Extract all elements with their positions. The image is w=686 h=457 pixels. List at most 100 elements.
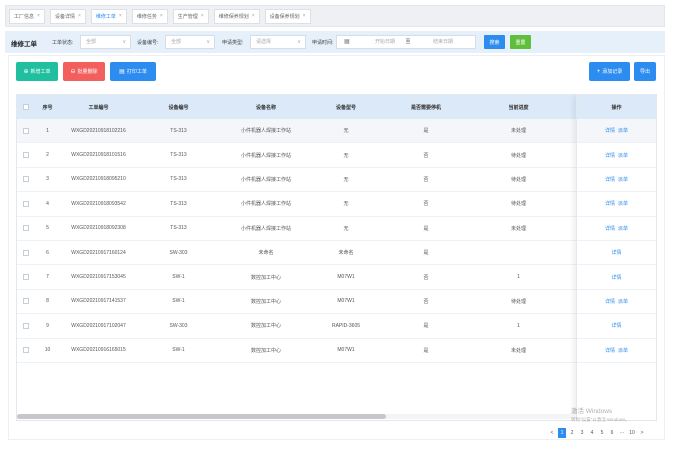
tab-device-maintenance-plan[interactable]: 设备保养规划 [264,8,311,24]
header-index: 序号 [42,104,53,111]
cell-device-name: 数控加工中心 [250,274,281,281]
table-row[interactable]: 2 WXGD20210918101516 TS-313 小件机器人焊接工作站 无… [17,143,656,168]
chevron-right-icon[interactable] [638,428,646,438]
status-value: 全部 [86,39,97,45]
detail-link[interactable]: 详情 [605,347,615,354]
page-item[interactable]: 3 [578,428,586,438]
table-row[interactable]: 8 WXGD20210917141537 SW-1 数控加工中心 M07W1 否… [17,290,656,315]
page-item[interactable]: 6 [608,428,616,438]
tab-device-detail[interactable]: 设备详情 [49,8,86,24]
tab-repair-order[interactable]: 维修工单 [90,8,127,24]
select-all-checkbox[interactable] [22,104,29,110]
row-checkbox[interactable] [22,176,29,183]
dispatch-link[interactable]: 派单 [618,176,628,183]
detail-link[interactable]: 详情 [605,200,615,207]
close-icon[interactable] [252,13,255,19]
tab-maintenance-plan[interactable]: 维修保养规划 [213,8,260,24]
tab-production[interactable]: 生产管理 [172,8,209,24]
row-checkbox[interactable] [22,249,29,256]
row-actions: 详情 派单 [577,339,656,363]
dispatch-link[interactable]: 派单 [618,127,628,134]
close-icon[interactable] [201,13,204,19]
device-value: 全部 [171,39,182,45]
close-icon[interactable] [78,13,81,19]
row-checkbox[interactable] [22,347,29,354]
dispatch-link[interactable]: 派单 [618,298,628,305]
header-device-model: 设备型号 [335,104,356,111]
tab-repair-task[interactable]: 维修任务 [131,8,168,24]
end-date-input[interactable]: 结束日期 [423,36,463,48]
cell-device-no: TS-313 [170,176,187,183]
detail-link[interactable]: 详情 [611,249,621,256]
row-checkbox-cell [17,168,34,191]
dispatch-link[interactable]: 派单 [618,225,628,232]
page-ellipsis[interactable]: ··· [618,428,626,438]
detail-link[interactable]: 详情 [611,322,621,329]
close-icon[interactable] [160,13,163,19]
add-order-button[interactable]: 新增工单 [16,62,58,81]
close-icon[interactable] [119,13,122,19]
detail-link[interactable]: 详情 [611,274,621,281]
page-item[interactable]: 2 [568,428,576,438]
pagination: 1 2 3 4 5 6 ··· 10 [548,427,646,438]
table-row[interactable]: 1 WXGD20210918102216 TS-313 小件机器人焊接工作站 无… [17,119,656,144]
cell-order-no: WXGD20210918101516 [71,152,126,159]
tab-factory-info[interactable]: 工厂信息 [9,8,45,24]
horizontal-scrollbar[interactable] [17,414,576,419]
detail-link[interactable]: 详情 [605,225,615,232]
device-select[interactable]: 全部 [165,35,215,49]
tab-label: 工厂信息 [14,13,35,20]
table-row[interactable]: 10 WXGD20210916165015 SW-1 数控加工中心 M07W1 … [17,339,656,363]
close-icon[interactable] [303,13,306,19]
search-button[interactable]: 搜索 [484,35,505,49]
table-row[interactable]: 6 WXGD20210917160124 SW-303 未命名 未命名 是 [17,241,656,266]
dispatch-link[interactable]: 派单 [618,152,628,159]
row-checkbox[interactable] [22,274,29,281]
cell-device-name: 未命名 [258,250,274,257]
table-row[interactable]: 5 WXGD20210918092308 TS-313 小件机器人焊接工作站 无… [17,217,656,241]
row-checkbox-cell [17,217,34,240]
cell-device-model: RAPID-3605 [331,322,361,329]
detail-link[interactable]: 详情 [605,176,615,183]
scrollbar-thumb[interactable] [17,414,386,419]
detail-link[interactable]: 详情 [605,127,615,134]
status-select[interactable]: 全部 [80,35,131,49]
table-row[interactable]: 7 WXGD20210917153045 SW-1 数控加工中心 M07W1 否… [17,265,656,290]
page-item[interactable]: 1 [558,427,566,438]
chevron-left-icon[interactable] [548,428,556,438]
row-checkbox[interactable] [22,298,29,305]
header-need-stop: 是否需要停机 [410,104,441,111]
row-checkbox[interactable] [22,152,29,159]
close-icon[interactable] [37,13,40,19]
table-row[interactable]: 3 WXGD20210918095210 TS-313 小件机器人焊接工作站 无… [17,168,656,193]
dispatch-link[interactable]: 派单 [618,200,628,207]
page-item[interactable]: 5 [598,428,606,438]
table-row[interactable]: 9 WXGD20210917102047 SW-303 数控加工中心 RAPID… [17,314,656,339]
row-checkbox[interactable] [22,127,29,134]
calendar-icon [344,36,350,48]
detail-link[interactable]: 详情 [605,298,615,305]
row-checkbox-cell [17,143,34,166]
date-range-picker[interactable]: 开始日期 至 结束日期 [336,35,476,49]
plus-icon [597,69,601,75]
print-order-button[interactable]: 打印工单 [110,62,156,81]
start-date-input[interactable]: 开始日期 [365,36,405,48]
table-header: 序号 工单编号 设备编号 设备名称 设备型号 是否需要停机 当前进度 [17,95,656,119]
type-select[interactable]: 请选择 [250,35,306,49]
page-item[interactable]: 4 [588,428,596,438]
page-item[interactable]: 10 [628,428,636,438]
row-checkbox[interactable] [22,322,29,329]
row-checkbox[interactable] [22,200,29,207]
export-button[interactable]: 导出 [634,62,656,81]
detail-link[interactable]: 详情 [605,152,615,159]
table-row[interactable]: 4 WXGD20210918093542 TS-313 小件机器人焊接工作站 无… [17,192,656,217]
reset-button[interactable]: 重置 [510,35,531,49]
row-checkbox[interactable] [22,225,29,232]
row-checkbox-cell [17,314,34,337]
batch-delete-button[interactable]: 批量删除 [63,62,105,81]
row-checkbox-cell [17,119,34,142]
dispatch-link[interactable]: 派单 [618,347,628,354]
add-record-button[interactable]: 添加记录 [589,62,630,81]
cell-progress: 1 [517,274,520,281]
filter-bar: 维修工单 工单状态: 全部 设备编号: 全部 申请类型: 请选择 申请时间: 开… [5,31,665,53]
